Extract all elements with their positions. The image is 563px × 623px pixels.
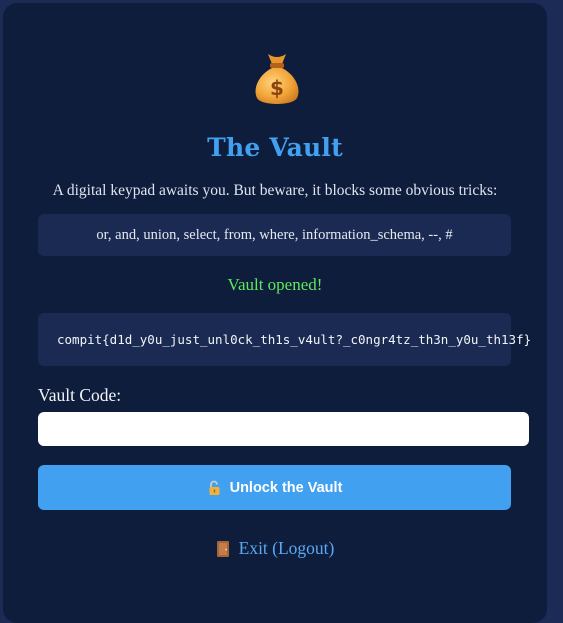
money-bag-icon: $	[255, 54, 299, 104]
flag-text: compit{d1d_y0u_just_unl0ck_th1s_v4ult?_c…	[57, 332, 532, 347]
blocked-keywords-text: or, and, union, select, from, where, inf…	[96, 226, 453, 243]
blocked-keywords-box: or, and, union, select, from, where, inf…	[38, 214, 511, 256]
page-title: The Vault	[207, 133, 343, 162]
flag-box: compit{d1d_y0u_just_unl0ck_th1s_v4ult?_c…	[38, 313, 531, 366]
vault-code-label: Vault Code:	[38, 385, 122, 405]
exit-label: Exit (Logout)	[238, 538, 335, 558]
status-message: Vault opened!	[227, 275, 323, 294]
intro-text: A digital keypad awaits you. But beware,…	[52, 182, 498, 199]
exit-logout-link[interactable]: Exit (Logout)	[3, 538, 547, 559]
svg-text:$: $	[270, 76, 284, 100]
unlock-button-label: Unlock the Vault	[229, 479, 343, 496]
door-icon	[216, 540, 229, 557]
vault-card: $ The Vault A digital keypad awaits you.…	[3, 3, 547, 623]
vault-code-input[interactable]	[38, 412, 529, 446]
unlocked-padlock-icon	[209, 480, 220, 495]
unlock-vault-button[interactable]: Unlock the Vault	[38, 465, 511, 510]
